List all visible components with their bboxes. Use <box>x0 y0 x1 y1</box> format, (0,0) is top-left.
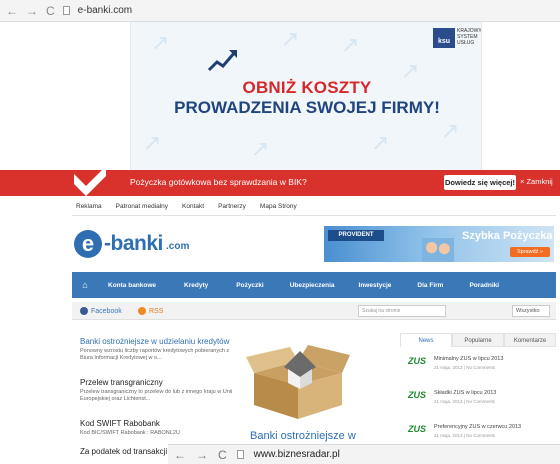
provident-brand: PROVIDENT <box>328 230 384 241</box>
chart-arrow-icon <box>207 50 237 72</box>
page-icon <box>236 450 244 459</box>
banner-headline-2: PROWADZENIA SWOJEJ FIRMY! <box>174 98 440 117</box>
logo-e-mark: e <box>74 230 102 258</box>
article-desc: Przelew transgraniczny to przelew do lub… <box>80 389 233 402</box>
back-icon[interactable]: ← <box>174 448 186 462</box>
tab-news[interactable]: News <box>400 333 452 347</box>
home-icon[interactable]: ⌂ <box>72 280 98 290</box>
arrow-icon: ↗ <box>371 130 390 155</box>
news-meta: 21 maja, 2013 | No Comments <box>434 433 495 438</box>
learn-more-button[interactable]: Dowiedz się więcej! <box>444 175 516 190</box>
facebook-icon <box>80 307 88 315</box>
main-menu: ⌂ Konta bankowe Kredyty Pożyczki Ubezpie… <box>72 272 556 298</box>
arrow-icon: ↗ <box>441 118 460 143</box>
reload-icon[interactable]: C <box>218 448 227 462</box>
logo-com: .com <box>166 241 190 252</box>
toplink-reklama[interactable]: Reklama <box>76 203 102 210</box>
sidebar-tabs: News Popularne Komentarze <box>400 333 556 347</box>
toplink-mapa[interactable]: Mapa Strony <box>260 203 297 210</box>
featured-image[interactable] <box>246 333 350 421</box>
arrow-icon: ↗ <box>281 26 300 51</box>
provident-heading: Szybka Pożyczka <box>462 230 553 242</box>
menu-item-poradniki[interactable]: Poradniki <box>469 282 499 289</box>
menu-item-pozyczki[interactable]: Pożyczki <box>236 282 263 289</box>
tab-komentarze[interactable]: Komentarze <box>504 333 556 347</box>
banner-headline-1: OBNIŻ KOSZTY <box>242 78 372 97</box>
menu-item-inwestycje[interactable]: Inwestycje <box>359 282 392 289</box>
close-promo-button[interactable]: × Zamknij <box>520 177 553 186</box>
provident-button[interactable]: Sprawdź » <box>510 247 550 257</box>
article-desc: Kod BIC/SWIFT Rabobank : RABONL2U <box>80 430 180 436</box>
page-icon <box>62 6 70 15</box>
promo-text: Pożyczka gotówkowa bez sprawdzania w BIK… <box>130 177 307 187</box>
arrow-icon: ↗ <box>251 136 270 161</box>
ksu-logo-text: KRAJOWY SYSTEM USŁUG <box>457 28 482 46</box>
address-bar[interactable]: www.biznesradar.pl <box>254 449 340 460</box>
news-meta: 21 maja, 2013 | No Comments <box>434 399 495 404</box>
promo-bar: Pożyczka gotówkowa bez sprawdzania w BIK… <box>0 166 560 196</box>
news-title[interactable]: Preferencyjny ZUS w czerwcu 2013 <box>434 424 521 430</box>
forward-icon[interactable]: → <box>196 448 208 462</box>
zus-logo: ZUS <box>408 424 426 434</box>
article-item[interactable]: Kod SWIFT Rabobank Kod BIC/SWIFT Raboban… <box>80 419 240 437</box>
ad-banner[interactable]: ↗ ↗ ↗ ↗ ↗ ↗ ↗ ↗ OBNIŻ KOSZTY PROWADZENIA… <box>130 22 482 170</box>
people-image <box>422 238 454 262</box>
rss-icon <box>138 307 146 315</box>
social-search-row: Facebook RSS Szukaj na stronie Wszystko … <box>72 302 556 320</box>
news-item[interactable]: ZUS Minimalny ZUS w lipcu 2013 21 maja, … <box>408 356 556 380</box>
arrow-icon: ↗ <box>341 32 360 57</box>
news-title[interactable]: Składki ZUS w lipcu 2013 <box>434 390 496 396</box>
toplink-partnerzy[interactable]: Partnerzy <box>218 203 246 210</box>
address-bar[interactable]: e-banki.com <box>78 5 132 16</box>
menu-item-dla-firm[interactable]: Dla Firm <box>417 282 443 289</box>
browser-toolbar: ← → C e-banki.com <box>0 0 560 22</box>
menu-item-kredyty[interactable]: Kredyty <box>184 282 208 289</box>
logo-word: -banki <box>104 232 163 255</box>
featured-title[interactable]: Banki ostrożniejsze w <box>250 430 356 442</box>
zus-logo: ZUS <box>408 356 426 366</box>
facebook-label: Facebook <box>91 307 122 315</box>
news-item[interactable]: ZUS Składki ZUS w lipcu 2013 21 maja, 20… <box>408 390 556 414</box>
reload-icon[interactable]: C <box>46 4 55 18</box>
article-item[interactable]: Banki ostrożniejsze w udzielaniu kredytó… <box>80 337 240 362</box>
article-title[interactable]: Banki ostrożniejsze w udzielaniu kredytó… <box>80 337 240 346</box>
top-links: Reklama Patronat medialny Kontakt Partne… <box>76 203 297 210</box>
zus-logo: ZUS <box>408 390 426 400</box>
rss-link[interactable]: RSS <box>138 307 163 315</box>
search-scope-select[interactable]: Wszystko <box>512 305 550 317</box>
checkmark-icon <box>74 166 106 196</box>
toplink-patronat[interactable]: Patronat medialny <box>116 203 168 210</box>
divider <box>72 215 556 216</box>
rss-label: RSS <box>149 307 164 315</box>
news-meta: 21 maja, 2013 | No Comments <box>434 365 495 370</box>
article-desc: Ponowny wzrostu liczby raportów kredytow… <box>80 348 230 361</box>
site-logo[interactable]: e -banki .com <box>74 226 194 262</box>
ksu-logo-box: ksu <box>433 28 455 48</box>
news-title[interactable]: Minimalny ZUS w lipcu 2013 <box>434 356 503 362</box>
menu-item-ubezpieczenia[interactable]: Ubezpieczenia <box>290 282 335 289</box>
tab-popularne[interactable]: Popularne <box>452 333 504 347</box>
facebook-link[interactable]: Facebook <box>80 307 122 315</box>
article-item[interactable]: Przelew transgraniczny Przelew transgran… <box>80 378 240 403</box>
back-icon[interactable]: ← <box>6 4 18 18</box>
menu-item-konta[interactable]: Konta bankowe <box>108 282 156 289</box>
toplink-kontakt[interactable]: Kontakt <box>182 203 204 210</box>
article-title[interactable]: Przelew transgraniczny <box>80 378 240 387</box>
forward-icon[interactable]: → <box>26 4 38 18</box>
ksu-logo: ksu KRAJOWY SYSTEM USŁUG <box>433 28 481 54</box>
browser-toolbar-2: ← → C www.biznesradar.pl <box>168 444 560 464</box>
arrow-icon: ↗ <box>151 30 170 55</box>
search-input[interactable]: Szukaj na stronie <box>358 305 446 317</box>
arrow-icon: ↗ <box>143 130 162 155</box>
provident-ad[interactable]: PROVIDENT Szybka Pożyczka Sprawdź » <box>324 226 554 262</box>
article-title[interactable]: Kod SWIFT Rabobank <box>80 419 240 428</box>
